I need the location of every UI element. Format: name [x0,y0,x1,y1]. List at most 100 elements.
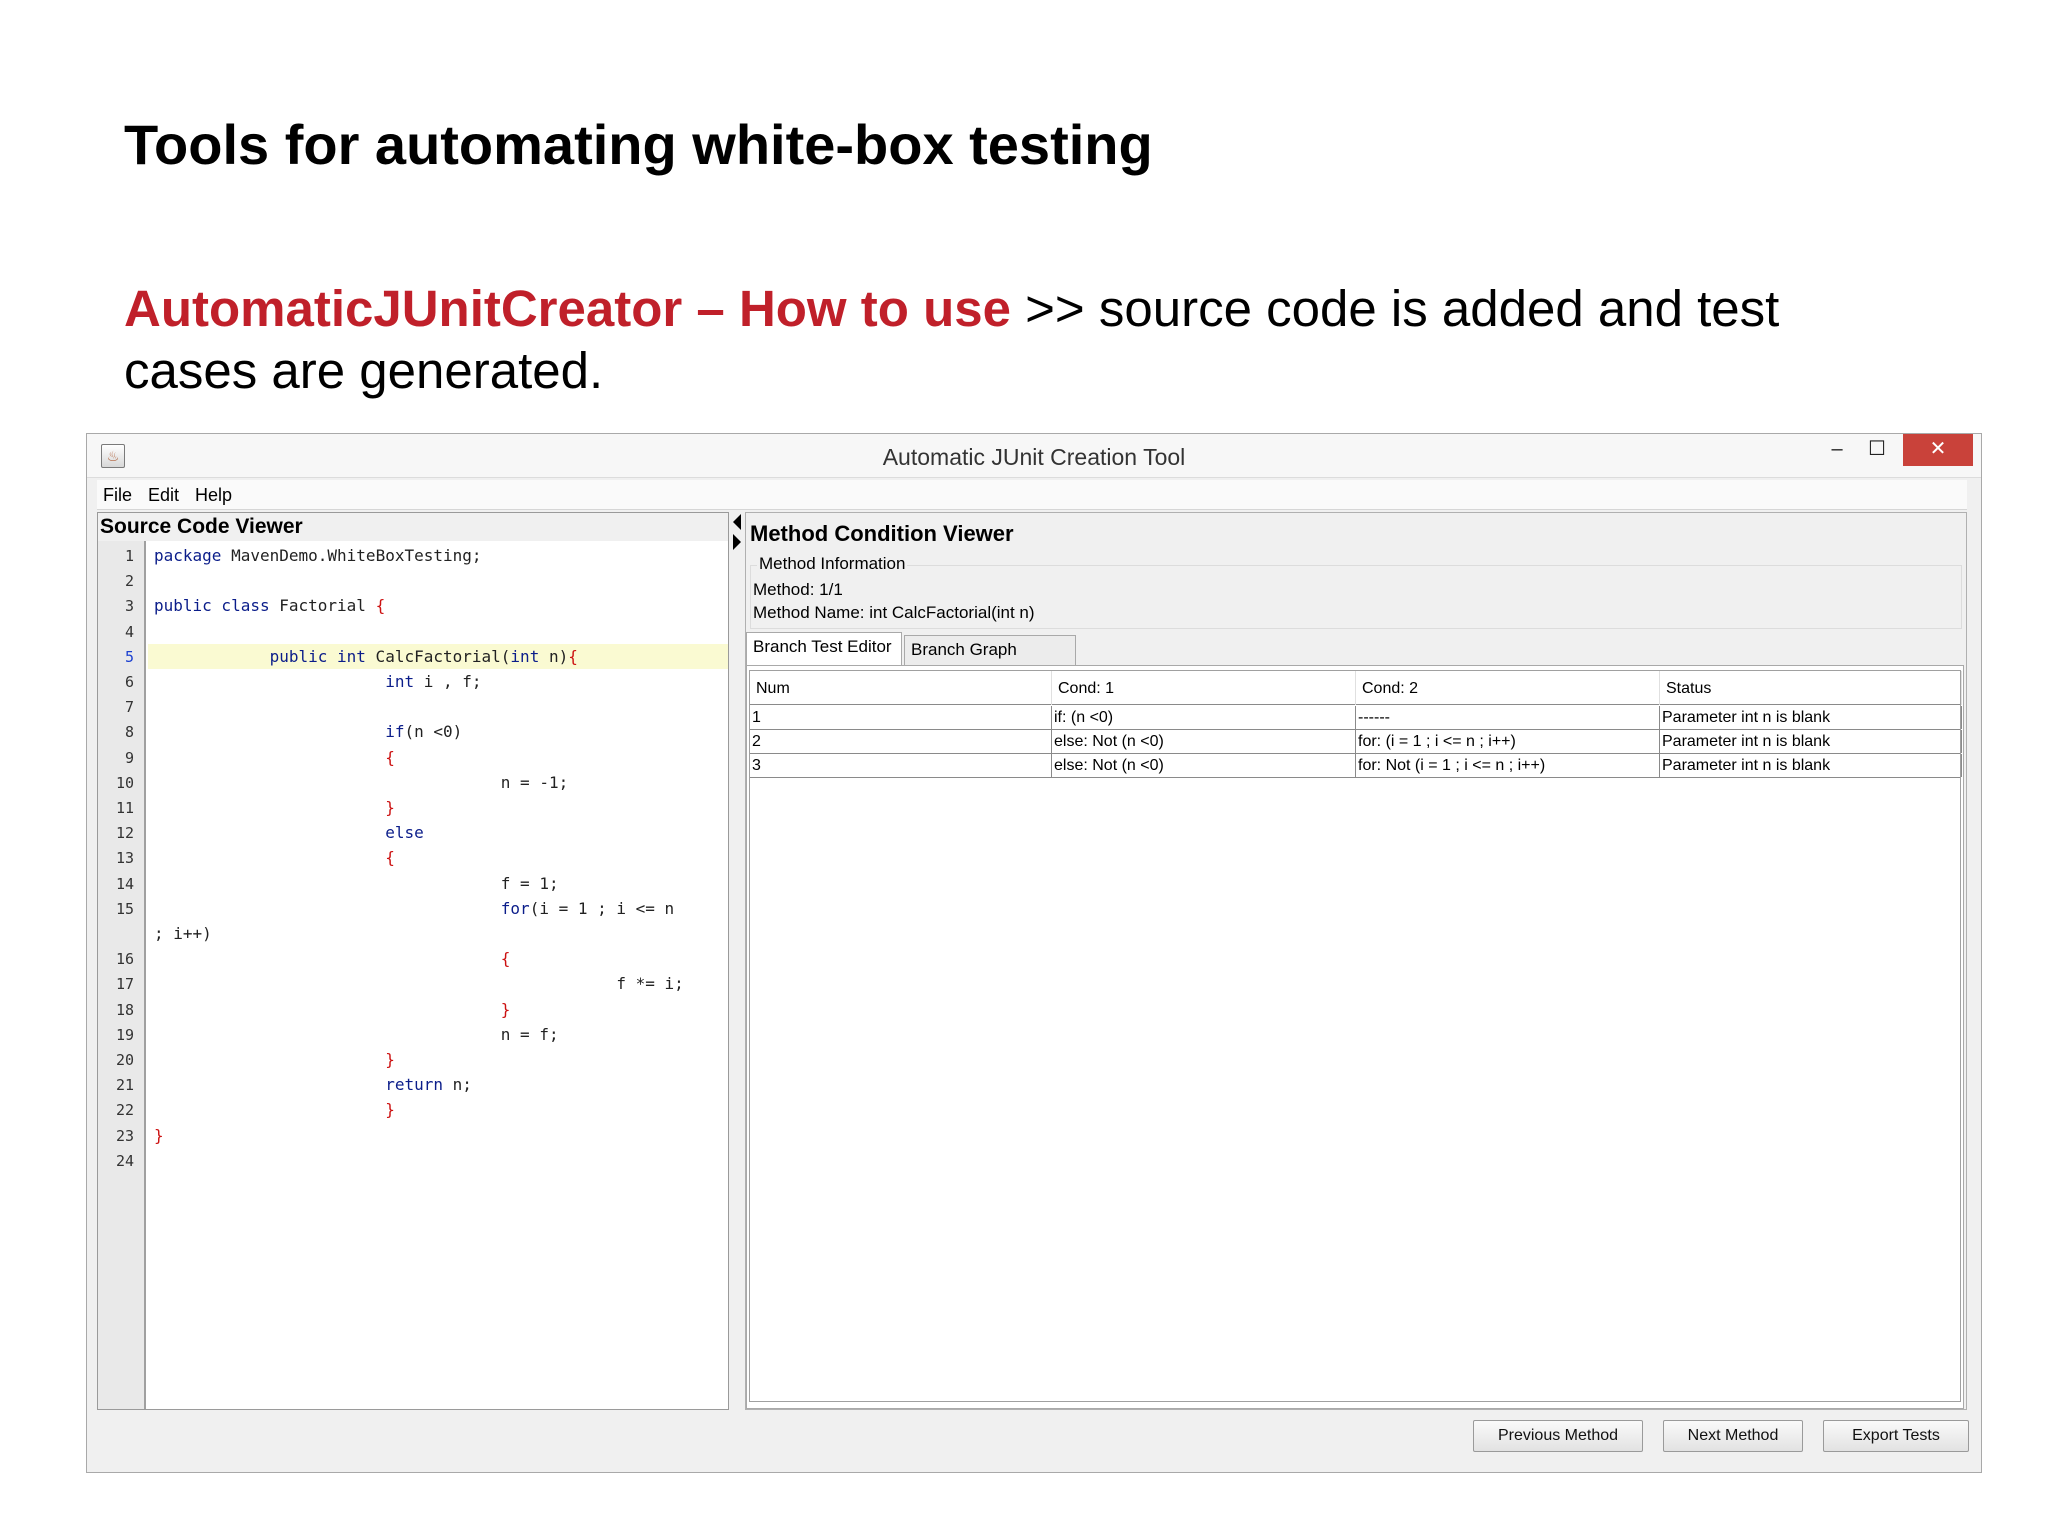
collapse-left-icon[interactable] [733,514,741,530]
tab-branch-test-editor[interactable]: Branch Test Editor [746,632,902,665]
header-cond-1[interactable]: Cond: 1 [1052,671,1356,705]
code-line[interactable]: } [148,1047,728,1072]
line-number: 1 [124,547,134,565]
header-num[interactable]: Num [750,671,1052,705]
code-line[interactable]: n = -1; [148,770,728,795]
cell-status[interactable]: Parameter int n is blank [1660,754,1962,777]
line-number: 11 [115,799,134,817]
code-text: n = -1; [154,772,569,792]
menu-edit[interactable]: Edit [148,485,179,505]
code-line[interactable]: return n; [148,1072,728,1097]
line-number: 10 [115,773,134,792]
table-row[interactable]: 2 else: Not (n <0) for: (i = 1 ; i <= n … [750,730,1962,754]
line-number: 18 [115,1000,134,1019]
export-tests-button[interactable]: Export Tests [1823,1420,1969,1452]
code-brace: } [385,798,395,817]
cell-status[interactable]: Parameter int n is blank [1660,730,1962,753]
cell-cond-2[interactable]: for: Not (i = 1 ; i <= n ; i++) [1356,754,1660,777]
code-text: CalcFactorial( [365,646,511,666]
cell-cond-1[interactable]: else: Not (n <0) [1052,730,1356,753]
cell-cond-1[interactable]: if: (n <0) [1052,706,1356,729]
code-line[interactable]: f *= i; [148,971,728,996]
line-number: 24 [115,1151,134,1170]
menu-help[interactable]: Help [195,485,232,505]
close-button[interactable]: ✕ [1903,434,1973,466]
code-line[interactable] [148,694,728,719]
code-brace: } [385,1100,395,1120]
cell-num[interactable]: 1 [750,706,1052,729]
header-cond-2[interactable]: Cond: 2 [1356,671,1660,705]
code-line[interactable] [148,568,728,593]
code-line[interactable] [148,1148,728,1173]
line-number: 21 [115,1076,134,1095]
maximize-button[interactable]: ☐ [1857,434,1897,466]
cell-num[interactable]: 2 [750,730,1052,753]
cell-cond-1[interactable]: else: Not (n <0) [1052,754,1356,777]
slide-subtitle: AutomaticJUnitCreator – How to use >> so… [124,278,1904,402]
line-number: 16 [115,950,134,969]
method-condition-viewer: Method Condition Viewer Method Informati… [745,512,1967,1410]
code-line[interactable] [148,619,728,644]
code-line[interactable]: for(i = 1 ; i <= n [148,896,728,921]
tab-branch-graph-viewer[interactable]: Branch Graph Viewer [904,635,1076,687]
split-pane-divider[interactable] [731,512,743,1410]
cell-num[interactable]: 3 [750,754,1052,777]
line-number: 6 [124,673,134,691]
previous-method-button[interactable]: Previous Method [1473,1420,1643,1452]
minimize-button[interactable]: – [1817,434,1857,466]
subtitle-accent: AutomaticJUnitCreator – How to use [124,280,1011,337]
table-header: Num Cond: 1 Cond: 2 Status [750,671,1962,705]
code-line[interactable]: if(n <0) [148,719,728,744]
code-keyword: else [385,823,424,843]
expand-right-icon[interactable] [733,534,741,550]
code-line[interactable]: package MavenDemo.WhiteBoxTesting; [148,543,728,568]
table-row[interactable]: 3 else: Not (n <0) for: Not (i = 1 ; i <… [750,754,1962,778]
code-line[interactable]: { [148,946,728,971]
code-text: ; i++) [154,924,212,943]
code-keyword: package [154,546,222,565]
code-line[interactable]: } [148,795,728,820]
code-line[interactable]: public class Factorial { [148,593,728,618]
code-text: Factorial [269,596,376,616]
menu-file[interactable]: File [103,485,132,505]
code-brace: { [385,747,395,767]
line-number: 13 [115,849,134,868]
line-number: 15 [115,899,134,918]
code-line[interactable]: } [148,997,728,1022]
code-line[interactable]: int i , f; [148,669,728,694]
code-line[interactable]: public int CalcFactorial(int n){ [148,643,728,669]
code-line[interactable]: { [148,845,728,870]
code-line[interactable]: ; i++) [148,921,728,946]
code-editor[interactable]: package MavenDemo.WhiteBoxTesting; public… [148,541,728,1409]
code-line[interactable]: } [148,1123,728,1148]
line-number: 19 [115,1025,134,1044]
cell-cond-2[interactable]: ------ [1356,706,1660,729]
code-line[interactable]: n = f; [148,1022,728,1047]
line-number: 23 [115,1126,134,1145]
code-line[interactable]: else [148,820,728,845]
code-keyword: for [500,898,530,918]
table-row[interactable]: 1 if: (n <0) ------ Parameter int n is b… [750,706,1962,730]
title-bar[interactable]: ♨ Automatic JUnit Creation Tool – ☐ ✕ [87,434,1981,478]
cell-status[interactable]: Parameter int n is blank [1660,706,1962,729]
code-text: n = f; [154,1024,559,1044]
cell-cond-2[interactable]: for: (i = 1 ; i <= n ; i++) [1356,730,1660,753]
header-status[interactable]: Status [1660,671,1962,705]
branch-test-editor-panel: Num Cond: 1 Cond: 2 Status 1 if: (n <0) … [746,665,1964,1409]
code-keyword: public int [269,646,366,666]
method-information-group: Method Information Method: 1/1 Method Na… [750,554,1962,629]
code-line[interactable]: { [148,745,728,770]
code-line[interactable]: } [148,1097,728,1122]
method-count: Method: 1/1 [753,580,843,599]
line-number: 5 [124,647,134,666]
method-name: Method Name: int CalcFactorial(int n) [753,603,1035,622]
next-method-button[interactable]: Next Method [1663,1420,1803,1452]
code-brace: } [500,999,511,1019]
code-line[interactable]: f = 1; [148,871,728,896]
menu-bar: File Edit Help [97,480,1967,510]
